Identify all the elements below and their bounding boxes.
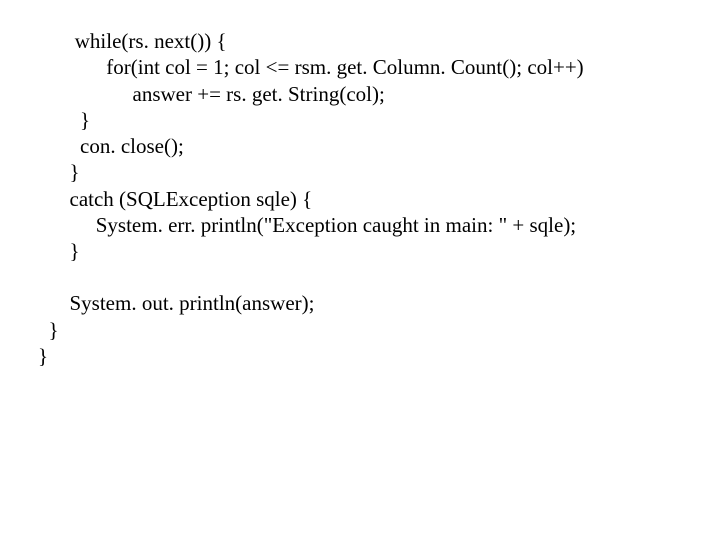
- code-line: for(int col = 1; col <= rsm. get. Column…: [38, 54, 720, 80]
- code-line: }: [38, 317, 720, 343]
- code-line: con. close();: [38, 133, 720, 159]
- code-line: System. err. println("Exception caught i…: [38, 212, 720, 238]
- code-line: catch (SQLException sqle) {: [38, 186, 720, 212]
- code-line: }: [38, 107, 720, 133]
- code-line: }: [38, 238, 720, 264]
- blank-line: [38, 264, 720, 290]
- code-line: }: [38, 343, 720, 369]
- code-line: }: [38, 159, 720, 185]
- code-line: answer += rs. get. String(col);: [38, 81, 720, 107]
- code-line: while(rs. next()) {: [38, 28, 720, 54]
- code-slide: while(rs. next()) { for(int col = 1; col…: [0, 0, 720, 540]
- code-line: System. out. println(answer);: [38, 290, 720, 316]
